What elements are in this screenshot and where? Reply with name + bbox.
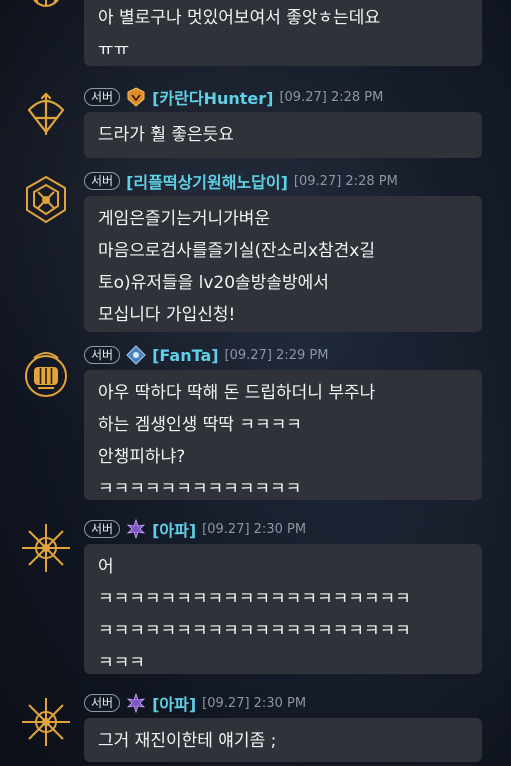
message-bubble: 어 ㅋㅋㅋㅋㅋㅋㅋㅋㅋㅋㅋㅋㅋㅋㅋㅋㅋㅋㅋㅋ ㅋㅋㅋㅋㅋㅋㅋㅋㅋㅋㅋㅋㅋㅋㅋㅋㅋ… bbox=[84, 544, 482, 674]
message-line: 드라가 훨 좋은듯요 bbox=[98, 125, 234, 145]
message-line: 토o)유저들을 lv20솔방솔방에서 bbox=[98, 273, 329, 293]
server-badge: 서버 bbox=[84, 346, 121, 364]
guild-crest-orange-icon bbox=[126, 87, 146, 107]
message-line: 게임은즐기는거니가벼운 bbox=[98, 209, 271, 229]
timestamp: [09.27] 2:28 PM bbox=[279, 89, 384, 105]
guild-crest-purple-icon bbox=[126, 519, 146, 539]
message-line: 모십니다 가입신청! bbox=[98, 305, 236, 325]
message-line: 안챙피하냐? bbox=[98, 447, 186, 467]
server-badge: 서버 bbox=[84, 88, 121, 106]
guild-crest-blue-icon bbox=[126, 345, 146, 365]
class-emblem-icon[interactable] bbox=[20, 0, 72, 30]
message-bubble: 아 별로구나 멋있어보여서 좋앗ㅎ는데요 ㅠㅠ bbox=[84, 0, 482, 66]
message-bubble: 게임은즐기는거니가벼운 마음으로검사를즐기실(잔소리x참견x길 토o)유저들을 … bbox=[84, 196, 482, 332]
message-line: ㅠㅠ bbox=[98, 40, 130, 60]
bow-emblem-icon[interactable] bbox=[20, 88, 72, 140]
timestamp: [09.27] 2:28 PM bbox=[293, 173, 398, 189]
timestamp: [09.27] 2:30 PM bbox=[202, 521, 307, 537]
server-badge: 서버 bbox=[84, 520, 121, 538]
star-emblem-icon[interactable] bbox=[20, 696, 72, 748]
message-line: 마음으로검사를즐기실(잔소리x참견x길 bbox=[98, 241, 375, 261]
message-bubble: 아우 딱하다 딱해 돈 드립하더니 부주나 하는 겜생인생 딱딱 ㅋㅋㅋㅋ 안챙… bbox=[84, 370, 482, 500]
star-emblem-icon[interactable] bbox=[20, 522, 72, 574]
message-bubble: 그거 재진이한테 얘기좀 ; bbox=[84, 718, 482, 762]
message-line: ㅋㅋㅋㅋㅋㅋㅋㅋㅋㅋㅋㅋㅋㅋㅋㅋㅋㅋㅋㅋ bbox=[98, 589, 411, 609]
fist-emblem-icon[interactable] bbox=[20, 348, 72, 400]
message-bubble: 드라가 훨 좋은듯요 bbox=[84, 112, 482, 158]
timestamp: [09.27] 2:29 PM bbox=[224, 347, 329, 363]
message-line: 아 별로구나 멋있어보여서 좋앗ㅎ는데요 bbox=[98, 8, 381, 28]
server-badge: 서버 bbox=[84, 172, 121, 190]
message-line: 어 bbox=[98, 557, 114, 577]
sender-name[interactable]: [리플떡상기원해노답이] bbox=[126, 169, 288, 193]
timestamp: [09.27] 2:30 PM bbox=[202, 695, 307, 711]
message-line: 아우 딱하다 딱해 돈 드립하더니 부주나 bbox=[98, 383, 376, 403]
message-line: ㅋㅋㅋ bbox=[98, 653, 145, 673]
server-badge: 서버 bbox=[84, 694, 121, 712]
chat-log[interactable]: 아 별로구나 멋있어보여서 좋앗ㅎ는데요 ㅠㅠ 서버 [카란다Hunter] [… bbox=[0, 0, 511, 766]
message-line: 그거 재진이한테 얘기좀 ; bbox=[98, 731, 277, 751]
sender-name[interactable]: [FanTa] bbox=[152, 346, 218, 365]
message-line: 하는 겜생인생 딱딱 ㅋㅋㅋㅋ bbox=[98, 415, 302, 435]
sender-name[interactable]: [카란다Hunter] bbox=[152, 85, 273, 109]
shield-emblem-icon[interactable] bbox=[20, 174, 72, 226]
sender-name[interactable]: [아파] bbox=[152, 517, 196, 541]
sender-name[interactable]: [아파] bbox=[152, 691, 196, 715]
message-line: ㅋㅋㅋㅋㅋㅋㅋㅋㅋㅋㅋㅋㅋㅋㅋㅋㅋㅋㅋㅋ bbox=[98, 621, 411, 641]
guild-crest-purple-icon bbox=[126, 693, 146, 713]
message-line: ㅋㅋㅋㅋㅋㅋㅋㅋㅋㅋㅋㅋㅋ bbox=[98, 479, 302, 499]
